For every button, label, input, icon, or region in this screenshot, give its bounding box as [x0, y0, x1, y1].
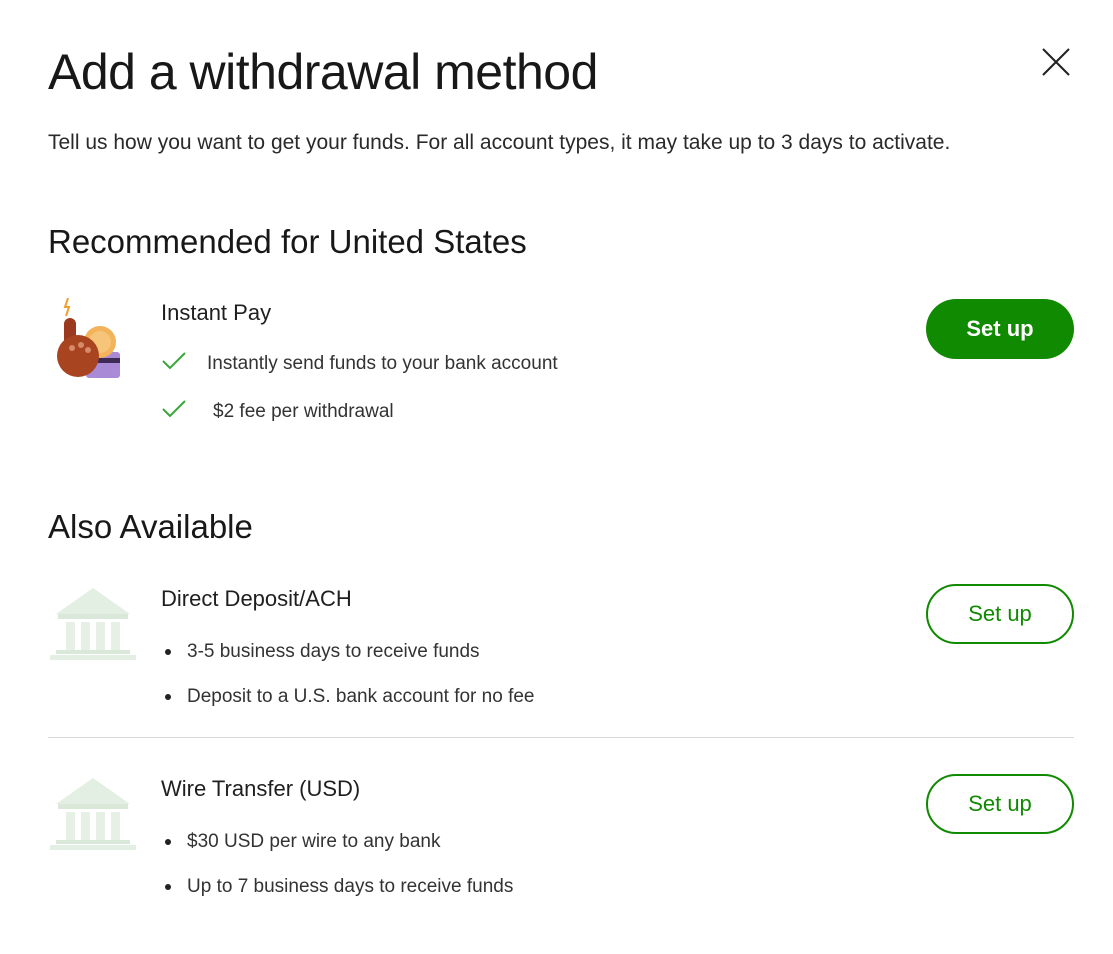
feature-item: Deposit to a U.S. bank account for no fe… [161, 684, 534, 710]
method-title: Direct Deposit/ACH [161, 586, 352, 611]
instant-pay-setup-button[interactable]: Set up [926, 299, 1074, 359]
direct-deposit-setup-button[interactable]: Set up [926, 584, 1074, 644]
feature-text: 3-5 business days to receive funds [187, 641, 480, 662]
bullet [165, 694, 171, 700]
close-button[interactable] [1036, 42, 1076, 82]
check-icon [161, 350, 191, 378]
bank-icon [48, 774, 138, 859]
feature-item: $2 fee per withdrawal [161, 398, 394, 426]
instant-pay-illustration [48, 297, 128, 387]
method-instant-pay: Instant Pay Instantly send funds to your… [48, 297, 1074, 438]
feature-text: $2 fee per withdrawal [213, 401, 394, 422]
feature-item: Up to 7 business days to receive funds [161, 874, 513, 900]
bullet [165, 649, 171, 655]
feature-text: Instantly send funds to your bank accoun… [207, 353, 558, 374]
check-icon [161, 398, 191, 426]
also-available-heading: Also Available [48, 508, 253, 545]
feature-item: $30 USD per wire to any bank [161, 829, 440, 855]
modal-title: Add a withdrawal method [48, 44, 598, 100]
withdrawal-method-modal: Add a withdrawal method Tell us how you … [0, 0, 1113, 954]
feature-item: 3-5 business days to receive funds [161, 639, 480, 665]
feature-text: Deposit to a U.S. bank account for no fe… [187, 686, 535, 707]
method-title: Instant Pay [161, 300, 272, 325]
method-wire-transfer: Wire Transfer (USD) $30 USD per wire to … [48, 774, 1074, 904]
method-title: Wire Transfer (USD) [161, 776, 361, 801]
recommended-heading: Recommended for United States [48, 223, 527, 260]
bank-icon [48, 584, 138, 669]
feature-item: Instantly send funds to your bank accoun… [161, 350, 558, 378]
close-icon [1042, 48, 1070, 76]
method-direct-deposit: Direct Deposit/ACH 3-5 business days to … [48, 584, 1074, 714]
wire-transfer-setup-button[interactable]: Set up [926, 774, 1074, 834]
divider [48, 737, 1074, 738]
modal-subtitle: Tell us how you want to get your funds. … [48, 131, 951, 154]
bullet [165, 839, 171, 845]
bullet [165, 884, 171, 890]
feature-text: Up to 7 business days to receive funds [187, 876, 514, 897]
feature-text: $30 USD per wire to any bank [187, 831, 441, 852]
